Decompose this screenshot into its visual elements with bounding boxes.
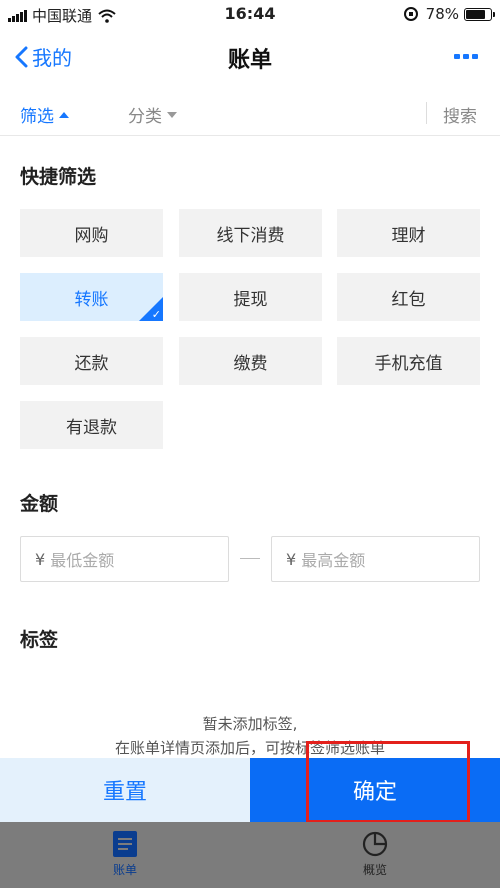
range-dash — [240, 558, 260, 559]
tab-overview-label: 概览 — [362, 863, 387, 877]
chip-label: 网购 — [74, 225, 109, 246]
search-button[interactable]: 搜索 — [443, 102, 477, 127]
chip-bill-payment[interactable]: 缴费 — [179, 337, 322, 385]
reset-button[interactable]: 重置 — [0, 758, 250, 822]
chip-label: 缴费 — [233, 353, 268, 374]
min-amount-placeholder: 最低金额 — [50, 551, 115, 570]
chip-transfer[interactable]: 转账 ✓ — [20, 273, 163, 321]
currency-symbol: ¥ — [35, 549, 46, 569]
bottom-tab-bar: 账单 概览 — [0, 822, 500, 888]
chip-repayment[interactable]: 还款 — [20, 337, 163, 385]
chip-label: 转账 — [74, 289, 109, 310]
tags-empty-line1: 暂未添加标签, — [202, 715, 298, 733]
check-icon: ✓ — [151, 308, 161, 321]
chip-wealth[interactable]: 理财 — [337, 209, 480, 257]
chip-label: 理财 — [391, 225, 426, 246]
tab-category[interactable]: 分类 — [128, 102, 177, 127]
chip-label: 线下消费 — [216, 225, 285, 246]
tab-bill-label: 账单 — [112, 863, 137, 877]
quick-filter-title: 快捷筛选 — [20, 166, 97, 188]
caret-up-icon — [59, 111, 69, 118]
chip-withdraw[interactable]: 提现 — [179, 273, 322, 321]
chip-mobile-topup[interactable]: 手机充值 — [337, 337, 480, 385]
status-bar: 中国联通 16:44 78% — [0, 0, 500, 30]
more-dots-icon[interactable] — [451, 54, 478, 59]
max-amount-input[interactable]: ¥ 最高金额 — [271, 536, 480, 582]
tab-overview[interactable]: 概览 — [315, 830, 435, 878]
battery-icon — [464, 7, 495, 21]
chip-offline-spending[interactable]: 线下消费 — [179, 209, 322, 257]
page-title: 账单 — [227, 48, 272, 73]
bill-filter-screen: 中国联通 16:44 78% 我的 账单 筛选 分类 搜索 快捷筛选 网购 线下… — [0, 0, 500, 888]
tags-title: 标签 — [20, 629, 59, 651]
max-amount-placeholder: 最高金额 — [301, 551, 366, 570]
amount-title: 金额 — [20, 493, 59, 515]
chip-online-shopping[interactable]: 网购 — [20, 209, 163, 257]
filter-label: 筛选 — [20, 107, 54, 127]
tags-empty-line2: 在账单详情页添加后，可按标签筛选账单 — [114, 739, 385, 757]
category-label: 分类 — [128, 107, 162, 127]
min-amount-input[interactable]: ¥ 最低金额 — [20, 536, 229, 582]
tab-bill[interactable]: 账单 — [65, 830, 185, 878]
chip-label: 还款 — [74, 353, 109, 374]
chip-label: 红包 — [391, 289, 426, 310]
nav-bar: 我的 账单 — [0, 30, 500, 84]
confirm-button[interactable]: 确定 — [250, 758, 500, 822]
filter-bar: 筛选 分类 搜索 — [0, 92, 500, 136]
battery-percent: 78% — [425, 5, 459, 23]
chip-refunded[interactable]: 有退款 — [20, 401, 163, 449]
tab-filter[interactable]: 筛选 — [20, 102, 69, 127]
orientation-lock-icon — [403, 7, 418, 21]
currency-symbol: ¥ — [286, 549, 297, 569]
tags-empty-note: 暂未添加标签, 在账单详情页添加后，可按标签筛选账单 — [0, 712, 500, 760]
chip-label: 提现 — [233, 289, 268, 310]
divider — [426, 102, 427, 124]
chip-label: 有退款 — [66, 417, 117, 438]
status-right: 78% — [403, 5, 495, 23]
chip-label: 手机充值 — [374, 353, 443, 374]
caret-down-icon — [167, 111, 177, 118]
bill-icon — [113, 831, 137, 857]
pie-chart-icon — [362, 831, 388, 857]
chip-red-packet[interactable]: 红包 — [337, 273, 480, 321]
